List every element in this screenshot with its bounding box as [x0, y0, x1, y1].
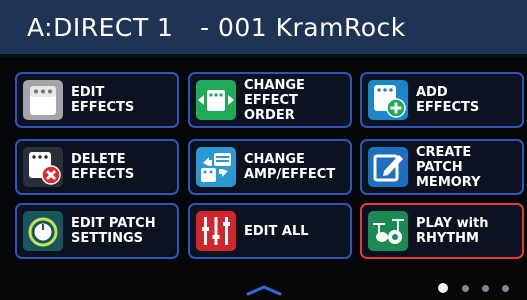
edit-patch-settings-button[interactable]: EDIT PATCH SETTINGS — [15, 203, 179, 259]
edit-patch-settings-label: EDIT PATCH SETTINGS — [71, 216, 156, 246]
chevron-up-icon — [246, 285, 282, 296]
play-with-rhythm-button[interactable]: PLAY with RHYTHM — [360, 203, 524, 259]
add-effects-button[interactable]: ADD EFFECTS — [360, 72, 524, 128]
page-dot — [462, 285, 469, 292]
change-effect-order-icon — [196, 80, 236, 120]
swipe-up-indicator[interactable] — [246, 281, 282, 296]
title-bar: A:DIRECT 1 - 001 KramRock — [0, 0, 527, 57]
edit-all-icon — [196, 211, 236, 251]
add-effects-label: ADD EFFECTS — [416, 85, 480, 115]
patch-name[interactable]: - 001 KramRock — [200, 13, 406, 42]
patch-number: A:DIRECT 1 — [27, 13, 174, 42]
page-dot — [502, 285, 509, 292]
change-amp-effect-icon — [196, 147, 236, 187]
change-effect-order-button[interactable]: CHANGE EFFECT ORDER — [188, 72, 352, 128]
edit-effects-label: EDIT EFFECTS — [71, 85, 135, 115]
add-effects-icon — [368, 80, 408, 120]
delete-effects-label: DELETE EFFECTS — [71, 152, 135, 182]
create-patch-memory-label: CREATE PATCH MEMORY — [416, 144, 481, 190]
create-patch-memory-icon — [368, 147, 408, 187]
edit-effects-button[interactable]: EDIT EFFECTS — [15, 72, 179, 128]
delete-effects-icon — [23, 147, 63, 187]
change-effect-order-label: CHANGE EFFECT ORDER — [244, 77, 305, 123]
home-screen: A:DIRECT 1 - 001 KramRock EDIT EFFECTS C… — [0, 0, 527, 300]
page-indicator — [438, 283, 518, 295]
change-amp-effect-button[interactable]: CHANGE AMP/EFFECT — [188, 139, 352, 195]
page-dot — [482, 285, 489, 292]
change-amp-effect-label: CHANGE AMP/EFFECT — [244, 152, 336, 182]
play-with-rhythm-icon — [368, 211, 408, 251]
edit-all-button[interactable]: EDIT ALL — [188, 203, 352, 259]
edit-patch-settings-icon — [23, 211, 63, 251]
edit-effects-icon — [23, 80, 63, 120]
page-dot — [438, 283, 448, 293]
play-with-rhythm-label: PLAY with RHYTHM — [416, 216, 489, 246]
edit-all-label: EDIT ALL — [244, 223, 309, 239]
delete-effects-button[interactable]: DELETE EFFECTS — [15, 139, 179, 195]
create-patch-memory-button[interactable]: CREATE PATCH MEMORY — [360, 139, 524, 195]
